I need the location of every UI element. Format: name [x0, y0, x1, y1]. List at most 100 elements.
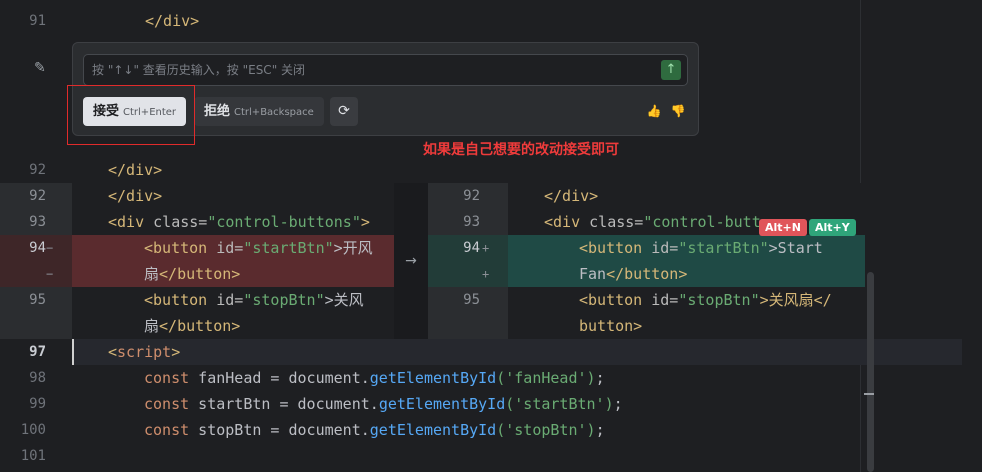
code-token: > — [360, 213, 370, 231]
vertical-scrollbar[interactable] — [867, 272, 874, 472]
code-line[interactable]: const stopBtn = document.getElementById(… — [144, 417, 962, 443]
code-token: 扇 — [144, 317, 160, 335]
diff-left-code-line[interactable]: 扇</button> — [144, 261, 240, 287]
code-line[interactable]: <script> — [108, 339, 962, 365]
plus-marker: + — [482, 241, 490, 255]
code-line[interactable]: const fanHead = document.getElementById(… — [144, 365, 962, 391]
code-token: >开风 — [333, 239, 373, 257]
diff-right-code-line[interactable]: <div class="control-butt — [544, 209, 761, 235]
code-token: stopBtn — [189, 421, 262, 439]
code-token: ('stopBtn') — [496, 421, 596, 439]
code-token: const — [144, 369, 190, 387]
code-token: id= — [642, 239, 679, 257]
code-line[interactable]: const startBtn = document.getElementById… — [144, 391, 962, 417]
diff-left-code-line[interactable]: <div class="control-buttons"> — [108, 209, 370, 235]
code-token: "startBtn" — [243, 239, 334, 257]
code-token: "startBtn" — [678, 239, 769, 257]
prompt-input[interactable] — [84, 55, 654, 85]
code-token: >关风扇</ — [759, 291, 832, 309]
diff-left-line-number: 94 — [29, 240, 46, 256]
plus-marker: + — [482, 267, 490, 281]
code-token: "stopBtn" — [243, 291, 325, 309]
regenerate-icon[interactable]: ⟳ — [330, 97, 358, 126]
code-token: = — [261, 421, 289, 439]
code-token: Fan — [579, 265, 607, 283]
code-token: ; — [613, 395, 623, 413]
reject-button[interactable]: 拒绝 Ctrl+Backspace — [194, 97, 324, 126]
reject-shortcut: Ctrl+Backspace — [234, 107, 314, 118]
code-token: <button — [144, 291, 208, 309]
diff-left-code-line[interactable]: </div> — [108, 183, 162, 209]
code-token: id= — [642, 291, 679, 309]
code-token: </button> — [606, 265, 688, 283]
inserted-gutter — [428, 261, 508, 287]
diff-right-line-number: 92 — [463, 188, 480, 204]
code-token: </button> — [159, 317, 241, 335]
code-token: <button — [579, 291, 643, 309]
code-token: ; — [595, 369, 605, 387]
reject-shortcut-badge[interactable]: Alt+N — [759, 219, 807, 236]
code-token: "stopBtn" — [678, 291, 760, 309]
diff-right-code-line[interactable]: <button id="startBtn">Start — [579, 235, 823, 261]
diff-right-code-line[interactable]: <button id="stopBtn">关风扇</ — [579, 287, 832, 313]
line-number: 99 — [29, 396, 46, 412]
diff-left-code-line[interactable]: <button id="startBtn">开风 — [144, 235, 373, 261]
line-number: 100 — [20, 422, 46, 438]
code-token: <button — [579, 239, 643, 257]
code-token: getElementById — [369, 369, 497, 387]
code-token: </div> — [145, 12, 200, 30]
code-token: document. — [288, 421, 370, 439]
code-token: script — [117, 343, 172, 361]
code-token: </div> — [108, 187, 163, 205]
accept-shortcut-badge[interactable]: Alt+Y — [809, 219, 856, 236]
code-token: const — [144, 421, 190, 439]
diff-right-line-number: 94 — [463, 240, 480, 256]
code-token: button> — [579, 317, 643, 335]
line-number: 91 — [29, 13, 46, 29]
diff-right-code-line[interactable]: button> — [579, 313, 642, 339]
line-number: 101 — [20, 448, 46, 464]
code-token: id= — [207, 239, 244, 257]
line-number: 98 — [29, 370, 46, 386]
thumbs-up-icon[interactable]: 👍 — [646, 103, 662, 119]
code-token: class= — [580, 213, 644, 231]
highlight-box — [67, 85, 195, 145]
code-token: <div — [108, 213, 145, 231]
code-token: 扇 — [144, 265, 160, 283]
code-token: = — [261, 369, 289, 387]
diff-left-code-line[interactable]: <button id="stopBtn">关风 — [144, 287, 364, 313]
diff-right-code-line[interactable]: Fan</button> — [579, 261, 687, 287]
code-token: </button> — [159, 265, 241, 283]
code-token: >Start — [768, 239, 823, 257]
code-token: "control-butt — [643, 213, 761, 231]
diff-right-code-line[interactable]: </div> — [544, 183, 598, 209]
prompt-input-container: ↑ — [83, 54, 688, 86]
scroll-position-marker — [864, 393, 874, 395]
code-token: "control-buttons" — [207, 213, 361, 231]
code-token: > — [171, 343, 181, 361]
code-token: ; — [595, 421, 605, 439]
code-token: >关风 — [324, 291, 364, 309]
code-token: const — [144, 395, 190, 413]
minus-marker: − — [46, 267, 54, 281]
code-token: document. — [297, 395, 379, 413]
code-token: document. — [288, 369, 370, 387]
ai-wand-icon[interactable]: ✎ — [34, 60, 52, 78]
code-token: < — [108, 343, 118, 361]
code-token: = — [270, 395, 298, 413]
diff-left-line-number: 92 — [29, 188, 46, 204]
code-token: <button — [144, 239, 208, 257]
code-token: getElementById — [369, 421, 497, 439]
code-token: ('fanHead') — [496, 369, 596, 387]
apply-change-arrow-icon[interactable]: → — [394, 248, 428, 274]
send-arrow-icon[interactable]: ↑ — [661, 60, 681, 80]
line-number: 92 — [29, 162, 46, 178]
diff-left-code-line[interactable]: 扇</button> — [144, 313, 240, 339]
minus-marker: − — [46, 241, 54, 255]
line-number: 97 — [29, 344, 46, 360]
deleted-gutter — [0, 261, 72, 287]
code-line[interactable]: </div> — [145, 8, 962, 34]
code-token: ('startBtn') — [505, 395, 614, 413]
code-line[interactable]: </div> — [108, 157, 962, 183]
thumbs-down-icon[interactable]: 👎 — [670, 103, 686, 119]
